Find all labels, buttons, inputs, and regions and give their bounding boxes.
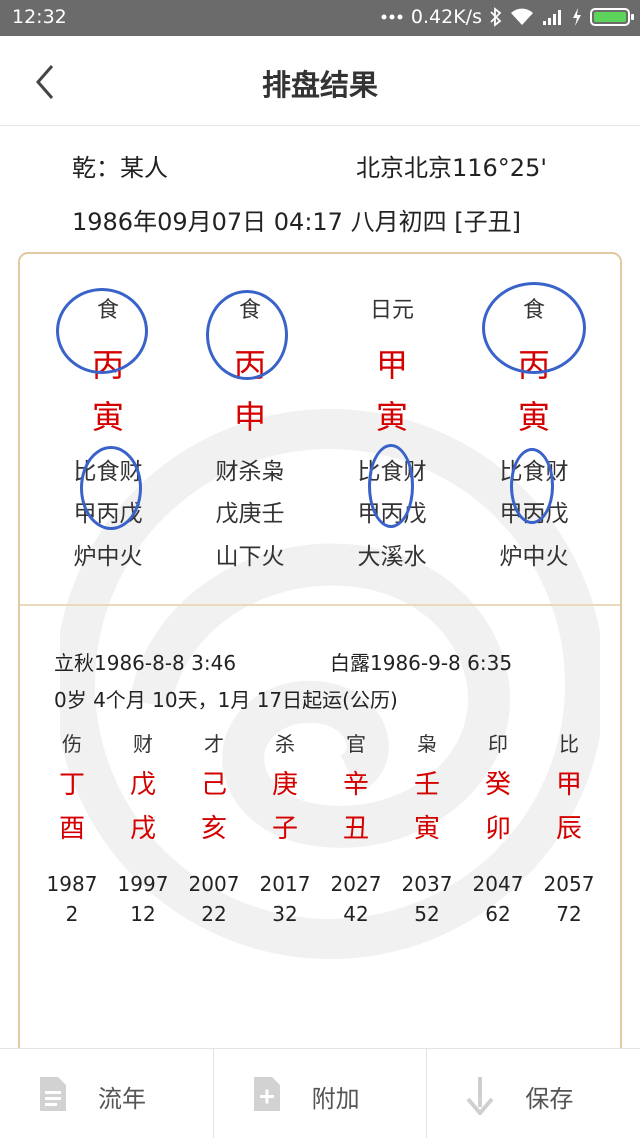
dayun-branch: 丑 <box>342 814 369 844</box>
chart-panel: 食 丙 寅 比食财 甲丙戊 炉中火 食 丙 申 财杀枭 戊庚壬 山下火 日元 甲… <box>18 252 622 1138</box>
pillar-stem: 甲 <box>375 346 408 384</box>
pillar-branch: 寅 <box>91 398 124 436</box>
pillar-hidden-stems: 甲丙戊 <box>499 501 569 527</box>
dayun-stem: 庚 <box>271 770 298 800</box>
dayun-shishen: 印 <box>488 732 508 756</box>
dayun-shishen: 才 <box>204 732 224 756</box>
jieqi-prev: 立秋1986-8-8 3:46 <box>54 651 237 675</box>
dayun-age: 42 <box>343 902 369 926</box>
dayun-year: 1997 <box>117 872 169 896</box>
dayun-stem: 丁 <box>58 770 85 800</box>
dayun-shishen: 财 <box>133 732 153 756</box>
person-birth-datetime: 1986年09月07日 04:17 八月初四 [子丑] <box>72 208 521 236</box>
dayun-year: 2007 <box>188 872 240 896</box>
four-pillars: 食 丙 寅 比食财 甲丙戊 炉中火 食 丙 申 财杀枭 戊庚壬 山下火 日元 甲… <box>20 254 620 604</box>
dayun-shishen: 伤 <box>62 732 82 756</box>
pillar-hidden-shishen: 财杀枭 <box>215 459 285 485</box>
dayun-age: 2 <box>65 902 79 926</box>
pillar-hidden-stems: 甲丙戊 <box>357 501 427 527</box>
status-bar: 12:32 0.42K/s <box>0 0 640 36</box>
pillar-shishen: 食 <box>522 298 545 323</box>
dayun-year: 2037 <box>401 872 453 896</box>
dayun-age: 62 <box>485 902 511 926</box>
person-location: 北京北京116°25' <box>356 154 547 182</box>
dayun-year: 2057 <box>543 872 595 896</box>
network-speed: 0.42K/s <box>410 6 482 28</box>
dayun-stem: 癸 <box>484 770 511 800</box>
dayun-shishen: 杀 <box>275 732 295 756</box>
dayun-age: 32 <box>272 902 298 926</box>
pillar-hidden-shishen: 比食财 <box>357 459 427 485</box>
pillar-hidden-shishen: 比食财 <box>73 459 143 485</box>
dayun-branch: 亥 <box>200 814 227 844</box>
pillar-hidden-stems: 甲丙戊 <box>73 501 143 527</box>
section-divider <box>20 604 620 606</box>
pillar-stem: 丙 <box>91 346 124 384</box>
status-time: 12:32 <box>12 6 67 28</box>
pillar-hidden-stems: 戊庚壬 <box>215 501 285 527</box>
dayun-shishen: 官 <box>346 732 366 756</box>
tab-label: 附加 <box>311 1085 360 1113</box>
page-title: 排盘结果 <box>261 68 378 102</box>
qiyun-text: 0岁 4个月 10天，1月 17日起运(公历) <box>54 688 398 712</box>
dayun-age: 52 <box>414 902 440 926</box>
dayun-year: 2017 <box>259 872 311 896</box>
charging-icon <box>572 8 582 26</box>
pillar-hidden-shishen: 比食财 <box>499 459 569 485</box>
battery-icon <box>590 8 634 26</box>
add-document-icon <box>250 1075 284 1117</box>
signal-icon <box>542 8 564 26</box>
dayun-age: 22 <box>201 902 227 926</box>
dayun-branch: 戌 <box>129 814 156 844</box>
pillar-shishen: 食 <box>238 298 261 323</box>
tab-liunian[interactable]: 流年 <box>0 1049 214 1138</box>
dayun-branch: 酉 <box>58 814 85 844</box>
dayun-stem: 甲 <box>555 770 582 800</box>
dayun-shishen: 比 <box>559 732 579 756</box>
dayun-age: 12 <box>130 902 156 926</box>
dayun-branch: 卯 <box>484 814 511 844</box>
person-gender-name: 乾：某人 <box>72 154 168 182</box>
pillar-nayin: 山下火 <box>215 544 285 570</box>
dayun-stem: 己 <box>200 770 227 800</box>
dayun-year: 2027 <box>330 872 382 896</box>
pillar-branch: 寅 <box>375 398 408 436</box>
dots-icon <box>381 13 403 21</box>
jieqi-next: 白露1986-9-8 6:35 <box>330 651 513 675</box>
bluetooth-icon <box>490 7 502 27</box>
dayun-age: 72 <box>556 902 582 926</box>
pillar-nayin: 炉中火 <box>499 544 569 570</box>
dayun-stem: 辛 <box>342 770 369 800</box>
pillar-stem: 丙 <box>517 346 550 384</box>
nav-bar: 排盘结果 <box>0 36 640 126</box>
tab-baocun[interactable]: 保存 <box>427 1049 640 1138</box>
dayun-year: 2047 <box>472 872 524 896</box>
dayun-stem: 壬 <box>413 770 440 800</box>
document-icon <box>36 1075 70 1117</box>
tab-fujia[interactable]: 附加 <box>214 1049 428 1138</box>
pillar-nayin: 大溪水 <box>357 544 427 570</box>
dayun-branch: 辰 <box>555 814 582 844</box>
pillar-branch: 寅 <box>517 398 550 436</box>
dayun-shishen: 枭 <box>417 732 437 756</box>
pillar-branch: 申 <box>233 398 266 436</box>
pillar-stem: 丙 <box>233 346 266 384</box>
dayun-year: 1987 <box>46 872 98 896</box>
bottom-tab-bar: 流年 附加 保存 <box>0 1048 640 1138</box>
tab-label: 流年 <box>98 1085 146 1113</box>
download-arrow-icon <box>463 1075 497 1119</box>
pillar-shishen: 食 <box>96 298 119 323</box>
dayun-branch: 寅 <box>413 814 440 844</box>
pillar-shishen: 日元 <box>369 298 414 323</box>
dayun-branch: 子 <box>271 814 298 844</box>
wifi-icon <box>510 8 534 26</box>
dayun-stem: 戊 <box>129 770 156 800</box>
tab-label: 保存 <box>525 1085 574 1113</box>
pillar-nayin: 炉中火 <box>73 544 143 570</box>
